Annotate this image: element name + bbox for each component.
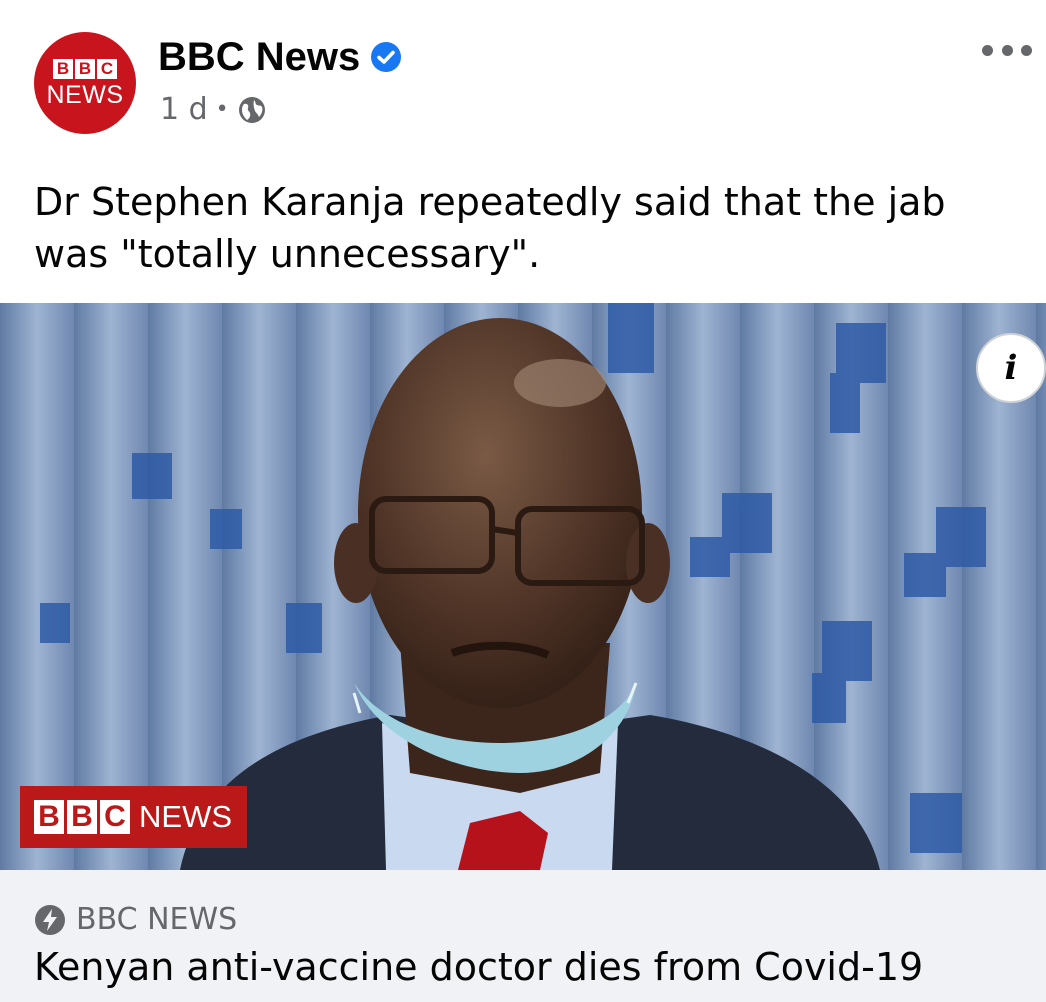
avatar-letter: B [53, 59, 73, 79]
post-meta: 1 d • [160, 92, 267, 128]
lightning-bolt-icon [35, 905, 65, 935]
meta-separator: • [215, 97, 229, 122]
post-timestamp[interactable]: 1 d [160, 92, 208, 128]
info-icon[interactable]: i [976, 333, 1046, 403]
link-source-row: BBC NEWS [34, 902, 237, 938]
globe-icon [238, 97, 265, 123]
bbc-news-lower-third: B B C NEWS [20, 786, 247, 848]
avatar-letter: B [75, 59, 95, 79]
bbc-letter: C [100, 800, 130, 834]
avatar-bbc-blocks: B B C [53, 59, 117, 79]
more-dot [1021, 44, 1032, 56]
post-image[interactable]: B B C NEWS [0, 303, 1046, 870]
bbc-blocks-logo: B B C [34, 800, 130, 834]
avatar-letter: C [97, 59, 117, 79]
more-dot [982, 44, 993, 56]
post-card: B B C NEWS BBC News 1 d • Dr Stephen Kar… [0, 0, 1046, 1002]
link-headline[interactable]: Kenyan anti-vaccine doctor dies from Cov… [34, 942, 923, 992]
post-caption: Dr Stephen Karanja repeatedly said that … [34, 180, 946, 276]
link-source: BBC NEWS [76, 902, 238, 937]
bbc-news-word: NEWS [139, 799, 232, 834]
bbc-letter: B [34, 800, 64, 834]
page-avatar[interactable]: B B C NEWS [34, 32, 136, 134]
verified-badge-icon [371, 42, 402, 72]
link-preview[interactable]: BBC NEWS Kenyan anti-vaccine doctor dies… [0, 870, 1046, 1002]
avatar-word: NEWS [46, 81, 124, 109]
more-dot [1001, 44, 1013, 56]
more-options-icon[interactable] [982, 38, 1032, 62]
page-name-row: BBC News [158, 34, 402, 80]
page-name[interactable]: BBC News [158, 34, 360, 80]
portrait-photo [0, 303, 1046, 870]
bbc-letter: B [67, 800, 97, 834]
